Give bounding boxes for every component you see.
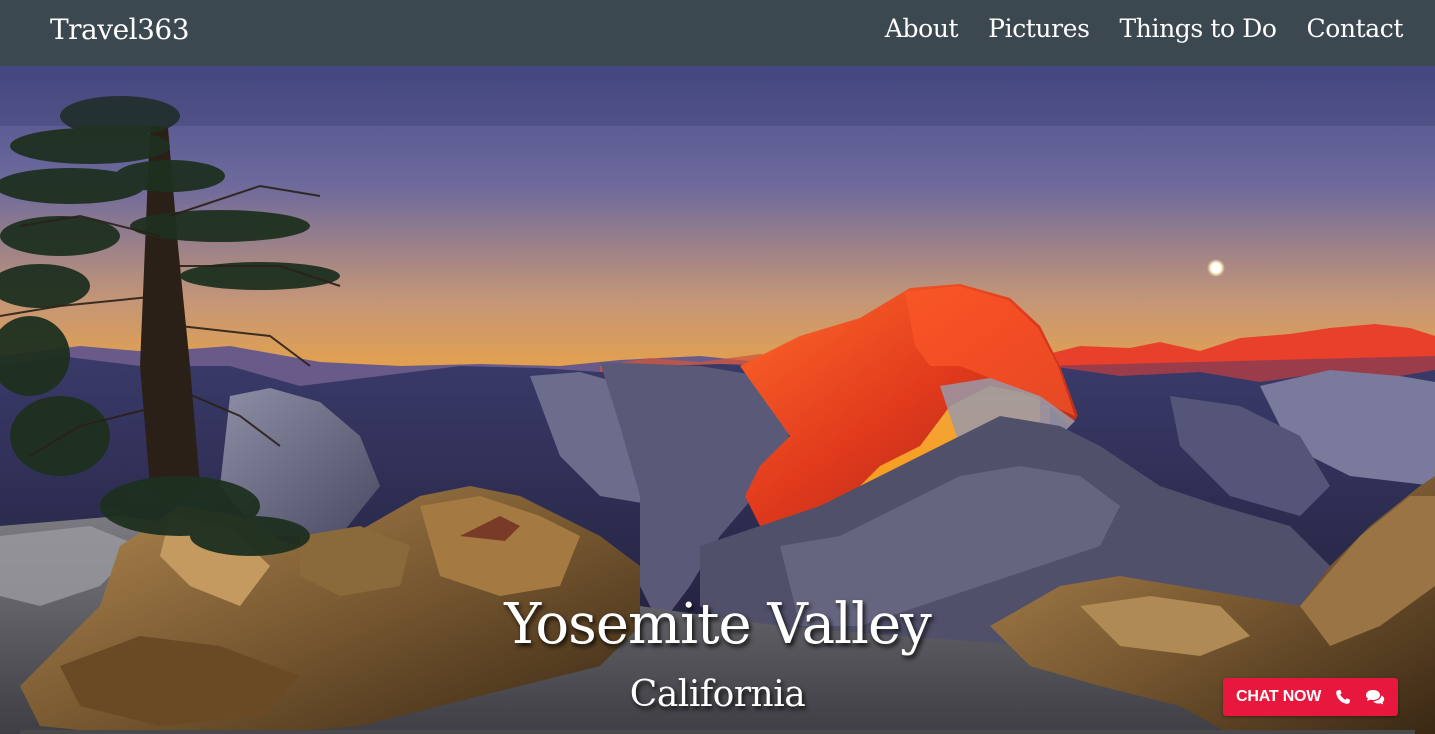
phone-icon: [1335, 689, 1351, 705]
chat-bubbles-icon: [1365, 689, 1385, 705]
brand-logo-link[interactable]: Travel363: [50, 13, 190, 46]
nav-link-pictures[interactable]: Pictures: [988, 14, 1090, 43]
nav-links: About Pictures Things to Do Contact: [885, 14, 1403, 43]
nav-link-contact[interactable]: Contact: [1307, 14, 1404, 43]
nav-link-things-to-do[interactable]: Things to Do: [1120, 14, 1277, 43]
top-navbar: Travel363 About Pictures Things to Do Co…: [0, 0, 1435, 66]
bottom-divider: [20, 730, 1415, 734]
nav-link-about[interactable]: About: [885, 14, 959, 43]
hero-title: Yosemite Valley: [504, 592, 931, 657]
chat-now-button[interactable]: CHAT NOW: [1223, 678, 1398, 716]
hero-subtitle: California: [629, 674, 806, 715]
hero-section: Yosemite Valley California: [0, 66, 1435, 734]
chat-now-label: CHAT NOW: [1236, 688, 1322, 705]
